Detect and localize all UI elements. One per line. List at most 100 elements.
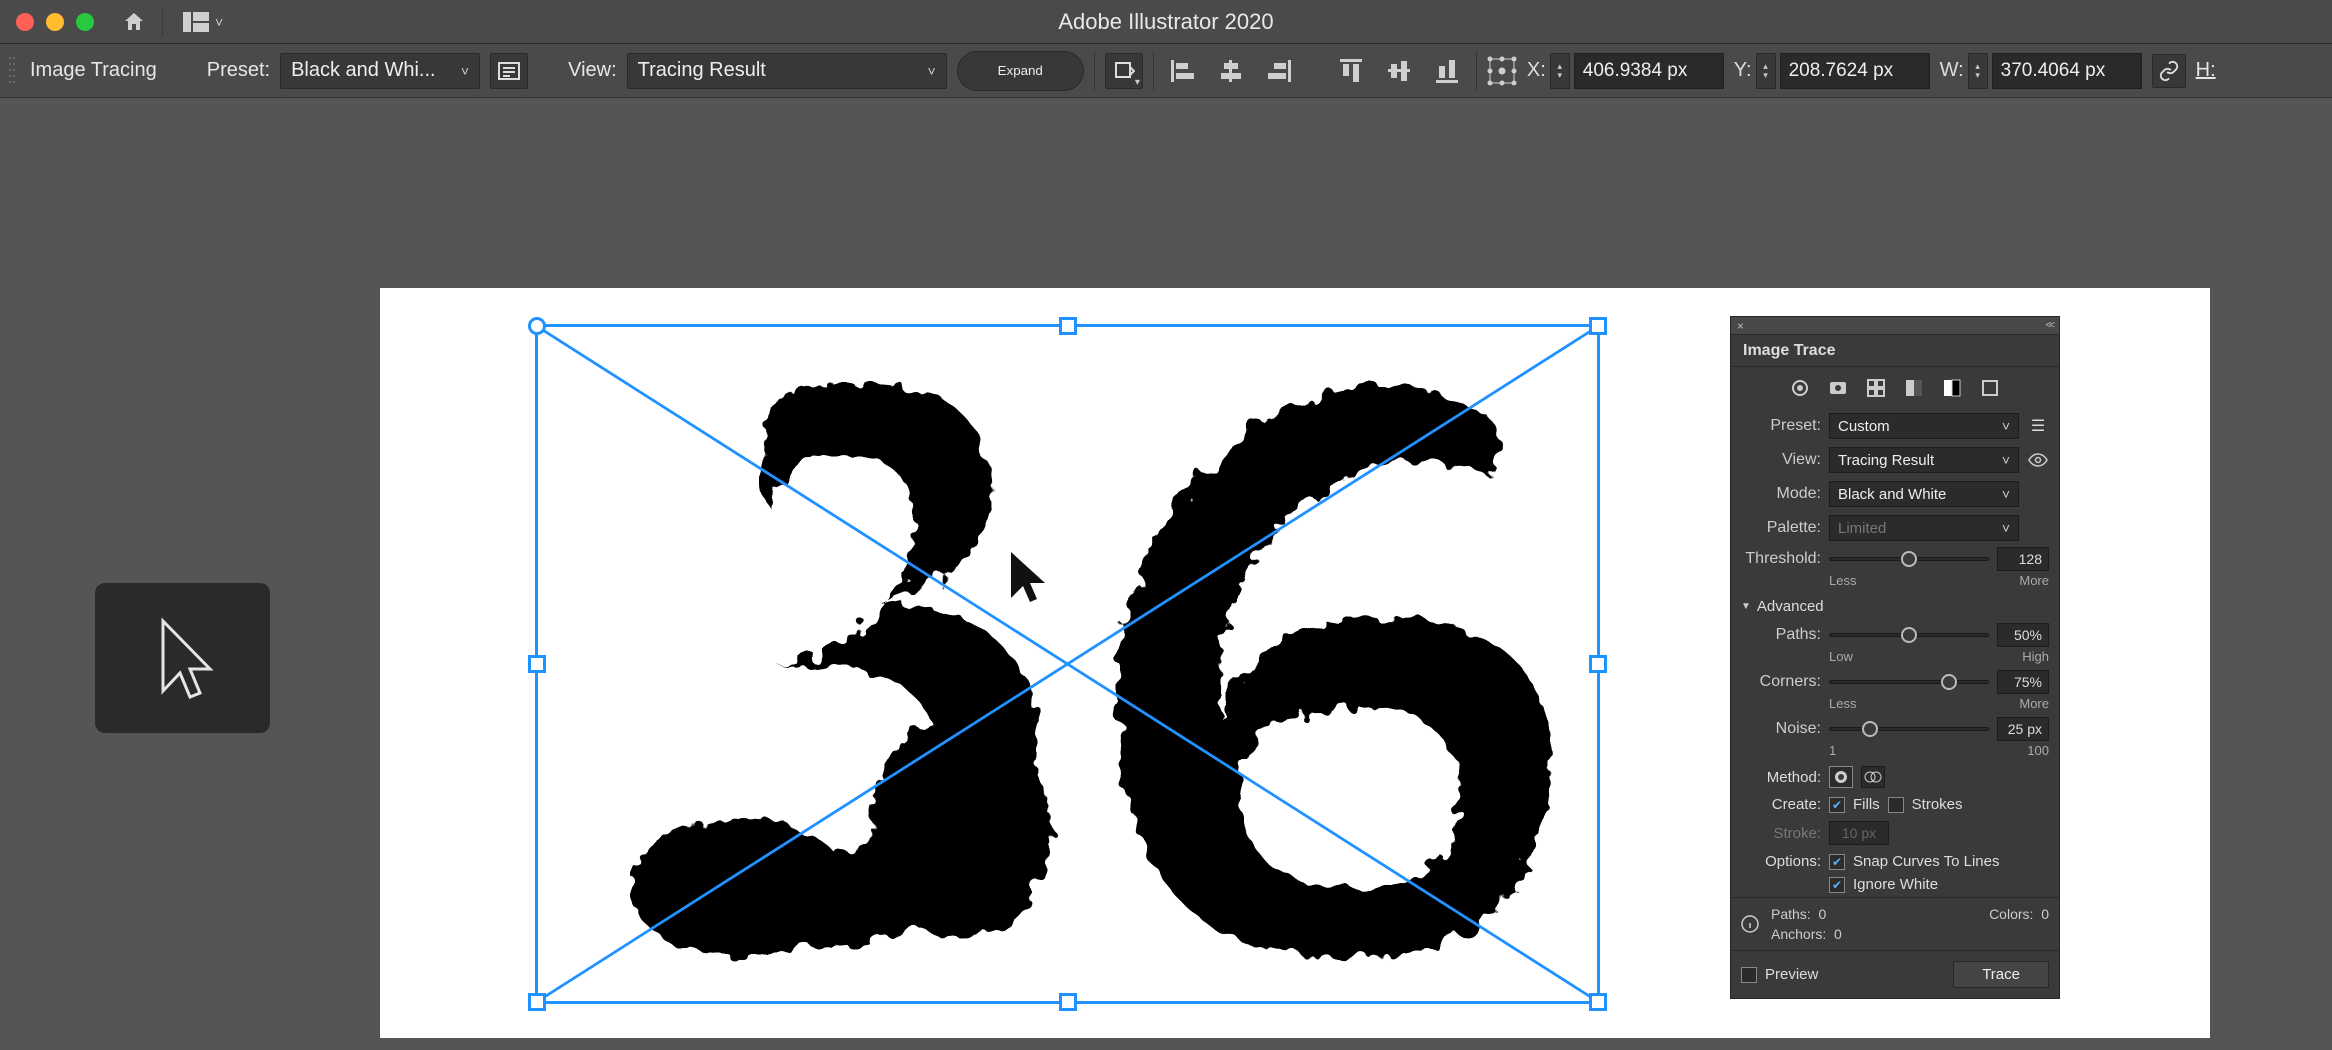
titlebar: Adobe Illustrator 2020 — [0, 0, 2332, 44]
y-value[interactable]: 208.7624 px — [1780, 53, 1930, 89]
resize-handle[interactable] — [1589, 655, 1607, 673]
mode-label: Mode: — [1741, 485, 1821, 503]
x-value[interactable]: 406.9384 px — [1574, 53, 1724, 89]
paths-value[interactable]: 50% — [1997, 623, 2049, 647]
x-stepper[interactable]: ▴▾ — [1550, 53, 1570, 89]
corners-label: Corners: — [1741, 673, 1821, 691]
resize-handle[interactable] — [528, 317, 546, 335]
preview-label: Preview — [1765, 966, 1818, 983]
separator — [1476, 52, 1477, 90]
method-overlapping-button[interactable] — [1861, 766, 1885, 788]
tool-indicator — [95, 583, 270, 733]
w-stepper[interactable]: ▴▾ — [1968, 53, 1988, 89]
resize-handle[interactable] — [528, 993, 546, 1011]
transform-y-field: Y: ▴▾ 208.7624 px — [1734, 52, 1930, 90]
corners-value[interactable]: 75% — [1997, 670, 2049, 694]
align-vertical-group — [1332, 53, 1466, 89]
view-label: View: — [1741, 451, 1821, 469]
trace-button[interactable]: Trace — [1953, 961, 2049, 988]
snap-curves-checkbox[interactable] — [1829, 854, 1845, 870]
collapse-icon[interactable]: << — [2045, 320, 2053, 331]
chevron-down-icon — [927, 59, 935, 82]
w-label: W: — [1940, 59, 1964, 82]
align-left-button[interactable] — [1164, 53, 1202, 89]
method-abutting-button[interactable] — [1829, 766, 1853, 788]
preset-menu-button[interactable]: ☰ — [2027, 416, 2049, 436]
threshold-slider[interactable] — [1829, 557, 1989, 561]
align-bottom-button[interactable] — [1428, 53, 1466, 89]
expand-button[interactable]: Expand — [957, 51, 1084, 91]
resize-handle[interactable] — [1589, 317, 1607, 335]
threshold-label: Threshold: — [1741, 550, 1821, 568]
panel-titlebar[interactable]: × << — [1731, 317, 2059, 335]
align-top-button[interactable] — [1332, 53, 1370, 89]
noise-label: Noise: — [1741, 720, 1821, 738]
ignore-white-checkbox[interactable] — [1829, 877, 1845, 893]
preset-label: Preset: — [1741, 417, 1821, 435]
view-dropdown[interactable]: Tracing Result — [627, 53, 947, 89]
options-label: Options: — [1741, 853, 1821, 870]
stroke-label: Stroke: — [1741, 825, 1821, 842]
corners-slider[interactable] — [1829, 680, 1989, 684]
resize-handle[interactable] — [528, 655, 546, 673]
resize-handle[interactable] — [1059, 993, 1077, 1011]
close-window-button[interactable] — [16, 13, 34, 31]
preset-dropdown[interactable]: Black and Whi... — [280, 53, 480, 89]
strokes-checkbox[interactable] — [1888, 797, 1904, 813]
separator — [1153, 52, 1154, 90]
view-label: View: — [568, 59, 617, 82]
w-value[interactable]: 370.4064 px — [1992, 53, 2142, 89]
chevron-down-icon — [461, 59, 469, 82]
zoom-window-button[interactable] — [76, 13, 94, 31]
paths-slider[interactable] — [1829, 633, 1989, 637]
window-controls — [16, 13, 94, 31]
tracing-options-button[interactable] — [490, 53, 528, 89]
eye-icon[interactable] — [2027, 453, 2049, 467]
align-middle-button[interactable] — [1380, 53, 1418, 89]
fills-checkbox[interactable] — [1829, 797, 1845, 813]
palette-label: Palette: — [1741, 519, 1821, 537]
preset-select[interactable]: Custom — [1829, 413, 2019, 439]
outline-icon[interactable] — [1979, 377, 2001, 399]
preset-label: Preset: — [207, 59, 270, 82]
constrain-proportions-button[interactable] — [2152, 54, 2186, 88]
low-color-icon[interactable] — [1865, 377, 1887, 399]
chevron-down-icon — [215, 11, 223, 32]
noise-slider[interactable] — [1829, 727, 1989, 731]
x-label: X: — [1527, 59, 1546, 82]
reference-point-selector[interactable] — [1487, 56, 1517, 86]
minimize-window-button[interactable] — [46, 13, 64, 31]
selection-bounding-box[interactable] — [535, 324, 1600, 1004]
close-icon[interactable]: × — [1737, 319, 1744, 333]
auto-color-icon[interactable] — [1789, 377, 1811, 399]
stats-row: Paths: 0 Colors: 0 Anchors: 0 — [1731, 897, 2059, 951]
align-horizontal-group — [1164, 53, 1298, 89]
panel-title: Image Trace — [1731, 336, 1848, 366]
preset-value: Black and Whi... — [291, 59, 436, 82]
preview-checkbox[interactable] — [1741, 967, 1757, 983]
preset-icon-row — [1731, 367, 2059, 409]
advanced-toggle[interactable]: Advanced — [1731, 592, 2059, 621]
align-center-button[interactable] — [1212, 53, 1250, 89]
high-color-icon[interactable] — [1827, 377, 1849, 399]
separator — [162, 8, 163, 36]
resize-handle[interactable] — [1059, 317, 1077, 335]
resize-handle[interactable] — [1589, 993, 1607, 1011]
mode-select[interactable]: Black and White — [1829, 481, 2019, 507]
crop-image-button[interactable]: ▾ — [1105, 53, 1143, 89]
grayscale-icon[interactable] — [1903, 377, 1925, 399]
noise-value[interactable]: 25 px — [1997, 717, 2049, 741]
panel-tab[interactable]: Image Trace — [1731, 335, 2059, 367]
threshold-value[interactable]: 128 — [1997, 547, 2049, 571]
y-stepper[interactable]: ▴▾ — [1756, 53, 1776, 89]
black-white-icon[interactable] — [1941, 377, 1963, 399]
home-button[interactable] — [120, 10, 148, 34]
transform-x-field: X: ▴▾ 406.9384 px — [1527, 52, 1724, 90]
info-icon — [1741, 915, 1763, 933]
grip-icon — [8, 55, 16, 87]
view-value: Tracing Result — [638, 59, 766, 82]
app-title: Adobe Illustrator 2020 — [1058, 9, 1273, 35]
view-select[interactable]: Tracing Result — [1829, 447, 2019, 473]
workspace-switcher[interactable] — [177, 7, 229, 36]
align-right-button[interactable] — [1260, 53, 1298, 89]
